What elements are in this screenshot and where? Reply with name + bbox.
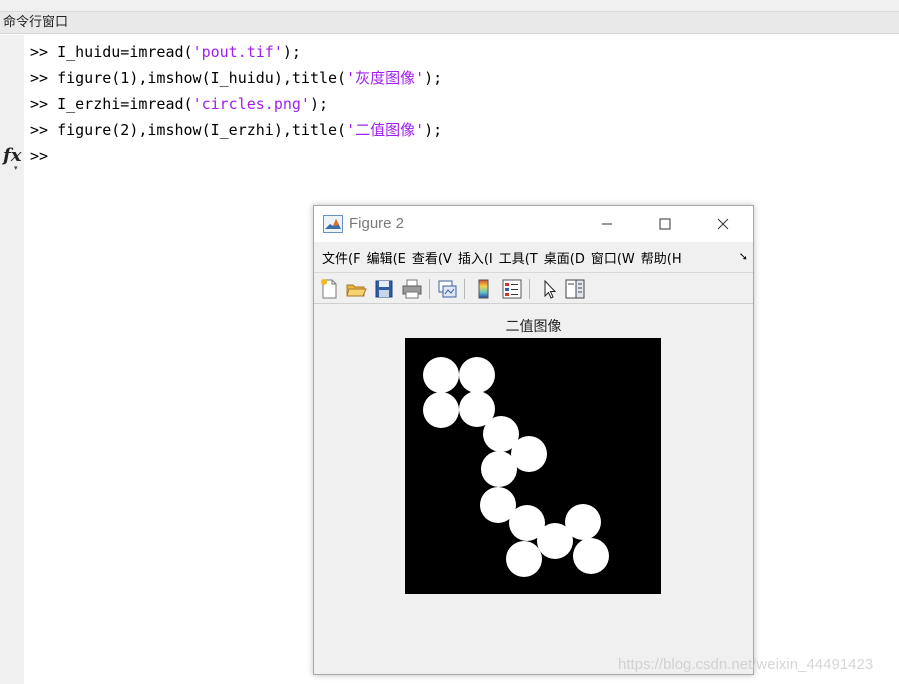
figure-titlebar[interactable]: Figure 2 bbox=[314, 206, 753, 242]
legend-icon[interactable] bbox=[501, 278, 523, 300]
menu-tools[interactable]: 工具(T bbox=[499, 248, 538, 267]
toolbar-separator bbox=[464, 279, 465, 299]
property-editor-icon[interactable] bbox=[564, 278, 586, 300]
plot-title: 二值图像 bbox=[505, 319, 562, 335]
string-literal: '灰度图像' bbox=[346, 69, 425, 87]
string-literal: '二值图像' bbox=[346, 121, 425, 139]
maximize-icon bbox=[659, 218, 671, 230]
command-line-3[interactable]: >> I_erzhi=imread('circles.png'); bbox=[30, 94, 328, 114]
figure-toolbar bbox=[314, 272, 753, 304]
prompt: >> bbox=[30, 121, 49, 139]
code: I_huidu=imread( bbox=[57, 43, 193, 61]
new-figure-icon[interactable] bbox=[318, 278, 340, 300]
colorbar-icon[interactable] bbox=[473, 278, 495, 300]
code-tail: ); bbox=[309, 95, 329, 113]
top-strip bbox=[0, 0, 899, 12]
command-window-title: 命令行窗口 bbox=[0, 12, 899, 34]
function-browser-icon[interactable]: fx bbox=[3, 145, 21, 166]
menu-edit[interactable]: 编辑(E bbox=[367, 248, 406, 267]
command-input-line[interactable]: >> bbox=[30, 146, 48, 166]
code: I_erzhi=imread( bbox=[57, 95, 193, 113]
close-icon bbox=[717, 218, 729, 230]
minimize-button[interactable] bbox=[584, 210, 630, 238]
command-line-1[interactable]: >> I_huidu=imread('pout.tif'); bbox=[30, 42, 301, 62]
prompt: >> bbox=[30, 43, 49, 61]
command-line-4[interactable]: >> figure(2),imshow(I_erzhi),title('二值图像… bbox=[30, 120, 442, 140]
code-tail: ); bbox=[424, 69, 443, 87]
menu-view[interactable]: 查看(V bbox=[412, 248, 452, 267]
toolbar-separator bbox=[529, 279, 530, 299]
prompt: >> bbox=[30, 69, 49, 87]
menu-window[interactable]: 窗口(W bbox=[591, 248, 635, 267]
string-literal: 'pout.tif' bbox=[192, 43, 283, 61]
matlab-logo-icon bbox=[323, 215, 343, 233]
figure-menubar: 文件(F 编辑(E 查看(V 插入(I 工具(T 桌面(D 窗口(W 帮助(H … bbox=[314, 242, 753, 272]
pointer-icon[interactable] bbox=[538, 278, 560, 300]
prompt: >> bbox=[30, 95, 49, 113]
figure-title: Figure 2 bbox=[349, 215, 405, 232]
menu-help[interactable]: 帮助(H bbox=[641, 248, 682, 267]
command-line-2[interactable]: >> figure(1),imshow(I_huidu),title('灰度图像… bbox=[30, 68, 442, 88]
link-plot-icon[interactable] bbox=[436, 278, 458, 300]
command-window-gutter bbox=[0, 35, 24, 684]
figure-plot-area[interactable]: 二值图像 bbox=[314, 304, 753, 674]
figure-window[interactable]: Figure 2 文件(F 编辑(E 查看(V 插入(I 工具(T 桌面(D 窗… bbox=[313, 205, 754, 675]
maximize-button[interactable] bbox=[642, 210, 688, 238]
watermark: https://blog.csdn.net/weixin_44491423 bbox=[618, 656, 874, 673]
code: figure(2),imshow(I_erzhi),title( bbox=[57, 121, 347, 139]
string-literal: 'circles.png' bbox=[192, 95, 310, 113]
open-file-icon[interactable] bbox=[345, 278, 367, 300]
binary-image[interactable] bbox=[405, 338, 661, 594]
menu-file[interactable]: 文件(F bbox=[322, 248, 361, 267]
minimize-icon bbox=[602, 223, 612, 225]
print-icon[interactable] bbox=[401, 278, 423, 300]
code: figure(1),imshow(I_huidu),title( bbox=[57, 69, 347, 87]
circles-image bbox=[405, 338, 661, 594]
prompt: >> bbox=[30, 147, 49, 165]
code-tail: ); bbox=[282, 43, 301, 61]
menu-desktop[interactable]: 桌面(D bbox=[544, 248, 585, 267]
toolbar-separator bbox=[429, 279, 430, 299]
save-icon[interactable] bbox=[373, 278, 395, 300]
code-tail: ); bbox=[424, 121, 443, 139]
menu-insert[interactable]: 插入(I bbox=[458, 248, 493, 267]
chevron-down-icon: ▾ bbox=[14, 164, 18, 172]
close-button[interactable] bbox=[700, 210, 746, 238]
menu-overflow-icon[interactable]: ➘ bbox=[739, 250, 748, 263]
